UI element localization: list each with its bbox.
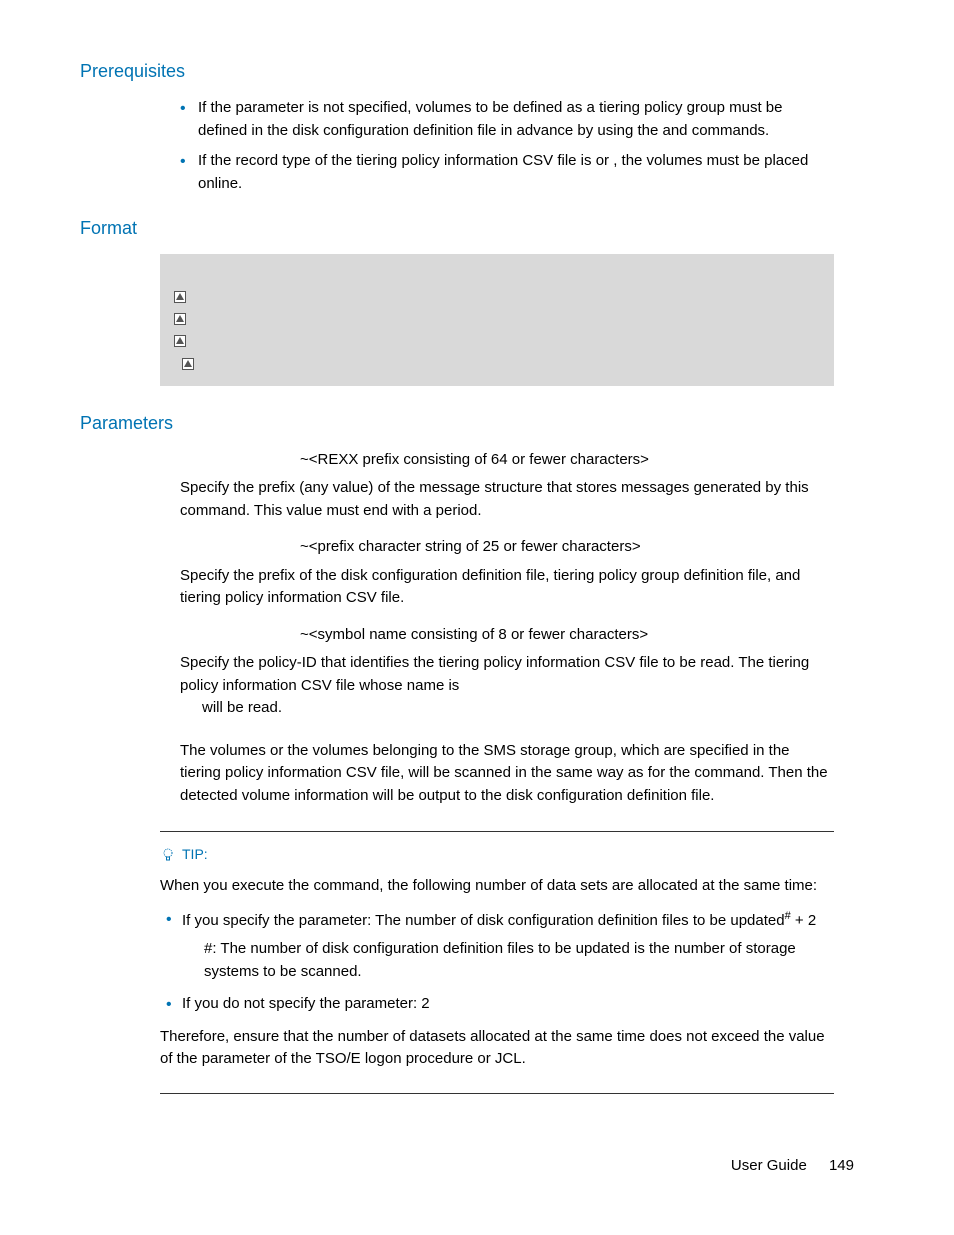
param-desc: Specify the prefix of the disk configura… — [180, 565, 834, 610]
text: command, the following number of data se… — [313, 877, 817, 894]
list-item: If you specify the parameter: The number… — [160, 908, 834, 984]
prerequisites-heading: Prerequisites — [80, 58, 874, 85]
tip-intro: When you execute the command, the follow… — [160, 875, 834, 898]
footer-page-number: 149 — [829, 1157, 854, 1174]
list-item: If the record type of the tiering policy… — [180, 150, 834, 195]
tip-box: TIP: When you execute the command, the f… — [160, 831, 834, 1094]
code-line — [172, 354, 822, 376]
list-item: If the parameter is not specified, volum… — [180, 97, 834, 142]
text: Specify the policy-ID that identifies th… — [180, 654, 809, 694]
text: If you do not specify the — [182, 995, 345, 1012]
code-line — [172, 309, 822, 331]
text: or — [596, 152, 614, 169]
lightbulb-icon — [160, 847, 176, 863]
prerequisites-content: If the parameter is not specified, volum… — [180, 97, 834, 195]
text: parameter of the TSO/E logon procedure o… — [202, 1050, 526, 1067]
list-item: If you do not specify the parameter: 2 — [160, 993, 834, 1016]
text: If the record type of the tiering policy… — [198, 152, 596, 169]
text: If you specify the — [182, 912, 299, 929]
tip-outro: Therefore, ensure that the number of dat… — [160, 1026, 834, 1071]
param-format: ~<symbol name consisting of 8 or fewer c… — [300, 624, 834, 647]
param-format: ~<prefix character string of 25 or fewer… — [300, 536, 834, 559]
format-code-block: . — [160, 254, 834, 386]
format-heading: Format — [80, 215, 874, 242]
page-footer: User Guide 149 — [731, 1155, 854, 1178]
code-line: . — [172, 264, 822, 286]
code-line — [172, 331, 822, 353]
text: If the — [198, 99, 236, 116]
parameters-content: ~<REXX prefix consisting of 64 or fewer … — [180, 449, 834, 808]
text: When you execute the — [160, 877, 313, 894]
text: and — [662, 122, 691, 139]
triangle-icon — [174, 291, 186, 303]
parameters-heading: Parameters — [80, 410, 874, 437]
tip-label: TIP: — [182, 844, 208, 865]
text: parameter: 2 — [345, 995, 430, 1012]
triangle-icon — [182, 358, 194, 370]
text: parameter: The number of disk configurat… — [299, 912, 785, 929]
tip-header: TIP: — [160, 844, 834, 865]
param-desc: The volumes or the volumes belonging to … — [180, 740, 834, 808]
param-desc: Specify the prefix (any value) of the me… — [180, 477, 834, 522]
triangle-icon — [174, 313, 186, 325]
triangle-icon — [174, 335, 186, 347]
text: commands. — [692, 122, 770, 139]
text: + 2 — [791, 912, 816, 929]
hash-note: #: The number of disk configuration defi… — [204, 938, 834, 983]
footer-label: User Guide — [731, 1157, 807, 1174]
param-desc: Specify the policy-ID that identifies th… — [180, 652, 834, 720]
text: will be read. — [202, 697, 834, 720]
param-format: ~<REXX prefix consisting of 64 or fewer … — [300, 449, 834, 472]
code-line — [172, 286, 822, 308]
